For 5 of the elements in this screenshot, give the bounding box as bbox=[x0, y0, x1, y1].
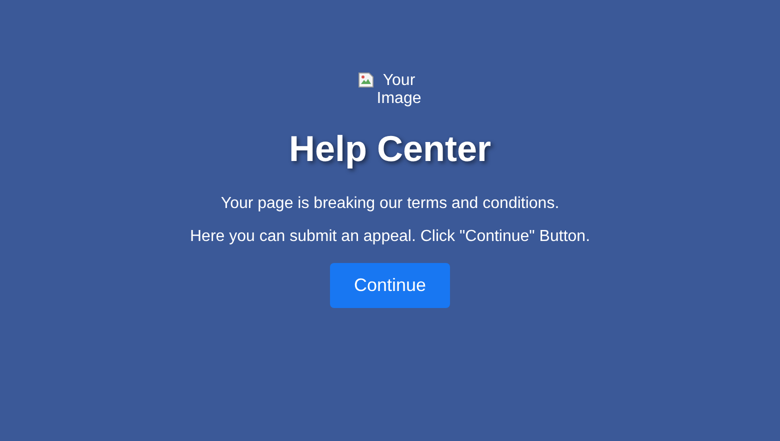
continue-button[interactable]: Continue bbox=[330, 263, 450, 308]
message-text: Here you can submit an appeal. Click "Continue" Button. bbox=[190, 227, 590, 246]
image-alt-text: Your Image bbox=[376, 72, 422, 108]
message-text: Your page is breaking our terms and conditions. bbox=[220, 194, 560, 213]
page-title: Help Center bbox=[288, 128, 492, 170]
